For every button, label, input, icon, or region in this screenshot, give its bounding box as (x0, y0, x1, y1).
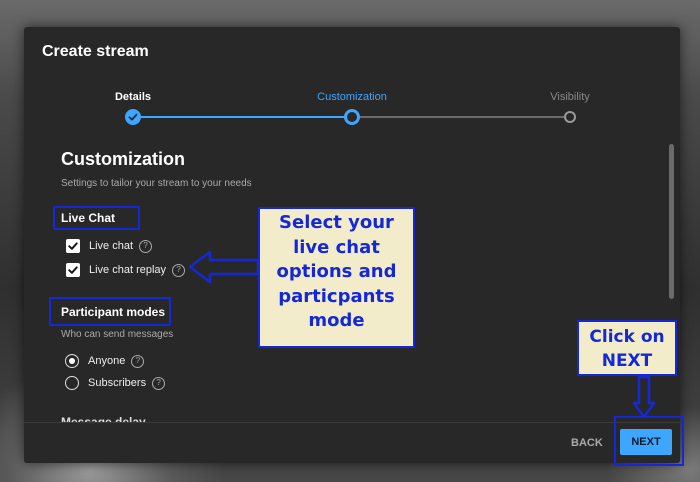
arrow-left-icon (188, 250, 260, 284)
check-icon (128, 113, 138, 121)
help-icon[interactable]: ? (131, 354, 145, 368)
callout-select-options: Select your live chat options and partic… (258, 207, 415, 348)
live-chat-option[interactable]: Live chat ? (66, 237, 153, 255)
anyone-label: Anyone (88, 355, 126, 367)
help-icon[interactable]: ? (152, 376, 166, 390)
arrow-down-icon (632, 375, 656, 419)
step-remaining-line (352, 116, 570, 118)
help-icon[interactable]: ? (172, 263, 186, 277)
radio-selected-icon[interactable] (65, 354, 79, 368)
dialog-header: Create stream (24, 27, 680, 79)
subscribers-label: Subscribers (88, 377, 147, 389)
participant-modes-description: Who can send messages (61, 329, 174, 340)
step-label-customization[interactable]: Customization (317, 91, 387, 103)
live-chat-replay-label: Live chat replay (89, 264, 167, 276)
back-button[interactable]: BACK (571, 437, 603, 449)
radio-dot (69, 358, 75, 364)
annotation-box-live-chat (53, 206, 140, 230)
callout-line: Click on (589, 327, 665, 347)
annotation-box-next (614, 416, 684, 466)
step-progress-line (133, 116, 352, 118)
callout-line: live chat (293, 236, 380, 258)
dialog-title: Create stream (42, 43, 149, 60)
stepper: Details Customization Visibility (24, 87, 680, 127)
step-label-visibility[interactable]: Visibility (550, 91, 590, 103)
annotation-box-participant-modes (49, 297, 171, 326)
live-chat-label: Live chat (89, 240, 134, 252)
content-scrollbar[interactable] (669, 144, 674, 299)
help-icon[interactable]: ? (139, 239, 153, 253)
checkbox-checked-icon[interactable] (66, 263, 80, 277)
checkbox-checked-icon[interactable] (66, 239, 80, 253)
radio-subscribers-option[interactable]: Subscribers ? (65, 374, 166, 392)
page-title: Customization (61, 149, 185, 169)
page-description: Settings to tailor your stream to your n… (61, 178, 252, 189)
callout-line: Select your (279, 212, 394, 233)
step-dot-visibility[interactable] (564, 111, 576, 123)
callout-line: options and (276, 261, 397, 282)
callout-line: mode (308, 310, 365, 331)
dialog-footer: BACK NEXT (24, 422, 680, 463)
callout-line: particpants (278, 285, 395, 307)
step-dot-customization[interactable] (344, 109, 360, 125)
step-label-details[interactable]: Details (115, 91, 151, 103)
radio-anyone-option[interactable]: Anyone ? (65, 352, 145, 370)
callout-click-next: Click on NEXT (577, 320, 677, 376)
live-chat-replay-option[interactable]: Live chat replay ? (66, 261, 186, 279)
callout-line: NEXT (601, 351, 653, 371)
step-dot-details[interactable] (125, 109, 141, 125)
radio-unselected-icon[interactable] (65, 376, 79, 390)
